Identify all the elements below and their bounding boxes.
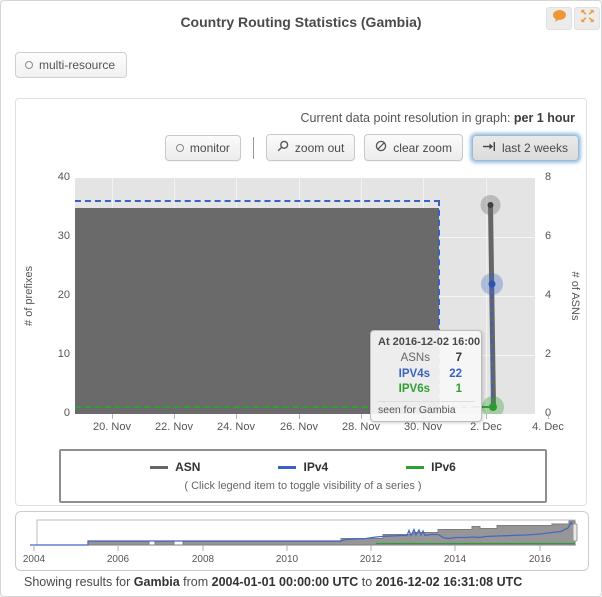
navigator-year: 2012 xyxy=(351,554,391,565)
comment-button[interactable] xyxy=(546,7,572,30)
toolbar-divider xyxy=(253,137,254,159)
y-right-tick: 8 xyxy=(545,171,567,183)
x-tick-mark xyxy=(236,414,237,419)
x-tick-label: 28. Nov xyxy=(333,421,389,433)
multi-resource-button[interactable]: multi-resource xyxy=(15,52,127,78)
timeline-navigator[interactable]: 2004 2006 2008 2010 2012 2014 2016 xyxy=(15,511,589,571)
circle-icon xyxy=(176,144,184,152)
tooltip-row-ipv6: IPV6s1 xyxy=(378,382,474,398)
x-tick-mark xyxy=(299,414,300,419)
y-left-axis-title: # of prefixes xyxy=(23,236,37,356)
speech-bubble-icon xyxy=(552,9,567,28)
resolution-value: per 1 hour xyxy=(514,111,575,125)
legend-note: ( Click legend item to toggle visibility… xyxy=(61,480,545,492)
x-tick-label: 22. Nov xyxy=(146,421,202,433)
ipv6-swatch xyxy=(406,466,424,469)
tooltip-row-asn: ASNs7 xyxy=(378,351,474,367)
chart-tooltip: At 2016-12-02 16:00 ASNs7 IPV4s22 IPV6s1… xyxy=(370,330,482,422)
ipv4-marker xyxy=(489,281,496,288)
navigator-year: 2010 xyxy=(267,554,307,565)
ipv6-marker xyxy=(489,403,497,411)
range-start: 2004-01-01 00:00:00 UTC xyxy=(212,575,359,589)
tooltip-footer: seen for Gambia xyxy=(378,401,474,416)
tooltip-title: At 2016-12-02 16:00 xyxy=(378,336,474,348)
resource-name: Gambia xyxy=(134,575,180,589)
fullscreen-button[interactable] xyxy=(574,7,600,30)
monitor-button[interactable]: monitor xyxy=(165,135,241,161)
arrow-to-bar-icon xyxy=(483,141,496,155)
y-left-tick: 30 xyxy=(38,230,70,242)
x-tick-label: 30. Nov xyxy=(395,421,451,433)
circle-icon xyxy=(25,61,33,69)
x-tick-mark xyxy=(112,414,113,419)
y-right-tick: 6 xyxy=(545,230,567,242)
results-summary: Showing results for Gambia from 2004-01-… xyxy=(24,575,522,589)
slashed-circle-icon xyxy=(375,140,387,155)
navigator-year: 2006 xyxy=(98,554,138,565)
x-tick-label: 4. Dec xyxy=(520,421,576,433)
tooltip-row-ipv4: IPV4s22 xyxy=(378,367,474,383)
zoom-out-button[interactable]: zoom out xyxy=(266,134,355,161)
legend-item-asn[interactable]: ASN xyxy=(150,460,200,474)
navigator-year: 2008 xyxy=(183,554,223,565)
asn-swatch xyxy=(150,466,168,469)
x-tick-label: 26. Nov xyxy=(271,421,327,433)
y-right-axis-title: # of ASNs xyxy=(567,236,581,356)
range-end: 2016-12-02 16:31:08 UTC xyxy=(376,575,523,589)
last-2-weeks-button[interactable]: last 2 weeks xyxy=(472,135,579,161)
x-tick-label: 2. Dec xyxy=(458,421,514,433)
country-routing-statistics-widget: Country Routing Statistics (Gambia) mult… xyxy=(0,0,602,597)
resolution-text: Current data point resolution in graph: … xyxy=(301,111,575,125)
legend-item-ipv6[interactable]: IPv6 xyxy=(406,460,456,474)
chart-panel: Current data point resolution in graph: … xyxy=(15,98,587,506)
y-left-tick: 0 xyxy=(38,407,70,419)
y-left-tick: 20 xyxy=(38,289,70,301)
legend-item-ipv4[interactable]: IPv4 xyxy=(278,460,328,474)
legend-box: ASN IPv4 IPv6 ( Click legend item to tog… xyxy=(59,449,547,503)
clear-zoom-button[interactable]: clear zoom xyxy=(364,134,463,161)
ipv4-swatch xyxy=(278,466,296,469)
x-tick-mark xyxy=(548,414,549,419)
y-right-tick: 2 xyxy=(545,348,567,360)
asn-marker xyxy=(488,202,494,208)
chart-toolbar: monitor zoom out clear zoom xyxy=(165,134,579,161)
page-title: Country Routing Statistics (Gambia) xyxy=(1,14,601,30)
navigator-year: 2014 xyxy=(435,554,475,565)
navigator-handle xyxy=(573,524,577,541)
x-tick-mark xyxy=(361,414,362,419)
navigator-year: 2004 xyxy=(15,554,54,565)
x-tick-label: 24. Nov xyxy=(208,421,264,433)
y-left-tick: 40 xyxy=(38,171,70,183)
y-right-tick: 4 xyxy=(545,289,567,301)
x-tick-mark xyxy=(174,414,175,419)
multi-resource-label: multi-resource xyxy=(39,58,115,72)
x-tick-mark xyxy=(486,414,487,419)
navigator-year: 2016 xyxy=(520,554,560,565)
expand-arrows-icon xyxy=(580,9,595,28)
y-left-tick: 10 xyxy=(38,348,70,360)
magnifier-icon xyxy=(277,140,289,155)
x-tick-label: 20. Nov xyxy=(84,421,140,433)
